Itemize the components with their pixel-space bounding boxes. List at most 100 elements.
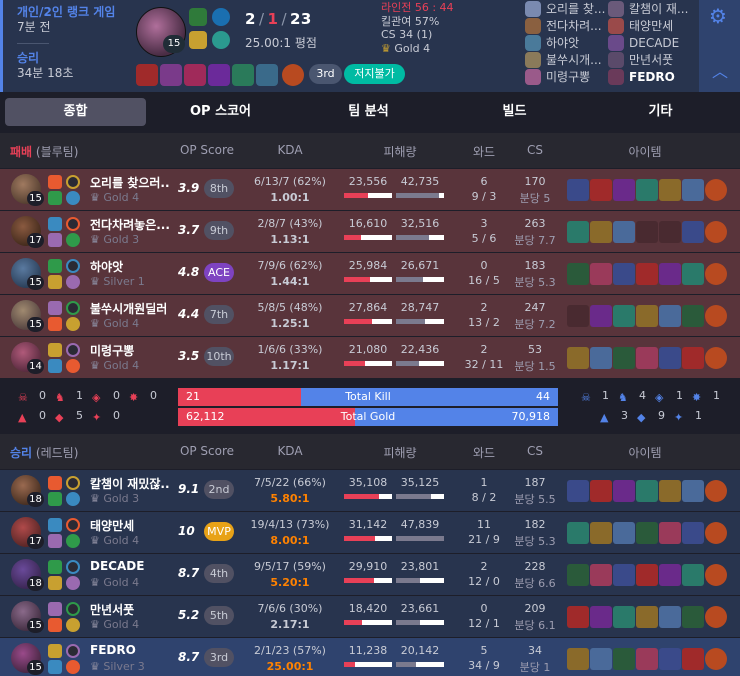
player-row[interactable]: 15 오리를 찾으러... ♛ Gold 4 3.9 8th 6/13/7 (62%) 1.… [0,168,740,210]
item-icon[interactable] [636,606,658,628]
player-row[interactable]: 15 FEDRO ♛ Silver 3 8.7 3rd 2/1/23 (57%) 25.00… [0,637,740,676]
summoner-name[interactable]: 태양만세 [90,517,170,534]
spell-icon[interactable] [48,492,62,506]
rune-icon[interactable] [66,343,80,357]
item-icon[interactable] [682,606,704,628]
spell-icon[interactable] [48,275,62,289]
player-name[interactable]: 만년서풋 [629,51,691,69]
rune-icon[interactable] [66,301,80,315]
item-icon[interactable] [613,564,635,586]
player-name[interactable]: DECADE [629,34,691,52]
trinket-icon[interactable] [705,221,727,243]
rune-icon[interactable] [212,8,230,26]
summoner-name[interactable]: 불쑤시개원딜러 [90,300,170,317]
item-icon[interactable] [682,347,704,369]
rune-icon[interactable] [66,576,80,590]
item-icon[interactable] [613,648,635,670]
item-icon[interactable] [659,221,681,243]
rune-icon[interactable] [66,217,80,231]
item-icon[interactable] [682,221,704,243]
rune-icon[interactable] [66,317,80,331]
rune-icon[interactable] [66,359,80,373]
match-header[interactable]: 개인/2인 랭크 게임 7분 전 승리 34분 18초 15 2/1/23 25… [0,0,740,92]
item-icon[interactable] [160,64,182,86]
item-icon[interactable] [567,305,589,327]
item-icon[interactable] [636,522,658,544]
trinket-icon[interactable] [705,347,727,369]
player-row[interactable]: 18 칼챔이 재밌잖... ♛ Gold 3 9.1 2nd 7/5/22 (66%) 5.… [0,469,740,511]
rune-icon[interactable] [66,175,80,189]
spell-icon[interactable] [48,618,62,632]
item-icon[interactable] [232,64,254,86]
rune-icon[interactable] [66,191,80,205]
tab-build[interactable]: 빌드 [444,98,585,126]
player-row[interactable]: 15 만년서풋 ♛ Gold 4 5.2 5th 7/6/6 (30%) 2.17:1 18,… [0,595,740,637]
spell-icon[interactable] [189,31,207,49]
rune-icon[interactable] [212,31,230,49]
item-icon[interactable] [636,179,658,201]
share-icon[interactable]: ⚙ [709,4,727,28]
player-row[interactable]: 15 불쑤시개원딜러 ♛ Gold 4 4.4 7th 5/8/5 (48%) 1.25:1… [0,294,740,336]
item-icon[interactable] [613,221,635,243]
trinket-icon[interactable] [705,522,727,544]
player-name[interactable]: 칼챔이 재... [629,0,691,18]
item-icon[interactable] [567,606,589,628]
spell-icon[interactable] [48,301,62,315]
spell-icon[interactable] [48,518,62,532]
player-name[interactable]: 불쑤시개... [546,51,608,69]
tab-team-analysis[interactable]: 팀 분석 [296,98,441,126]
item-icon[interactable] [590,347,612,369]
item-icon[interactable] [567,221,589,243]
item-icon[interactable] [659,648,681,670]
summoner-name[interactable]: 칼챔이 재밌잖... [90,475,170,492]
player-name[interactable]: 하야앗 [546,34,608,52]
spell-icon[interactable] [48,317,62,331]
player-row[interactable]: 14 미령구뽕 ♛ Gold 4 3.5 10th 1/6/6 (33%) 1.17:1 21… [0,336,740,378]
item-icon[interactable] [613,606,635,628]
item-icon[interactable] [636,564,658,586]
tab-etc[interactable]: 기타 [590,98,731,126]
item-icon[interactable] [208,64,230,86]
trinket-icon[interactable] [705,648,727,670]
rune-icon[interactable] [66,275,80,289]
rune-icon[interactable] [66,602,80,616]
chevron-up-icon[interactable]: ︿ [712,58,728,82]
spell-icon[interactable] [48,191,62,205]
summoner-name[interactable]: 만년서풋 [90,601,170,618]
item-icon[interactable] [567,522,589,544]
item-icon[interactable] [590,606,612,628]
spell-icon[interactable] [48,259,62,273]
item-icon[interactable] [636,221,658,243]
player-name[interactable]: 전다차려... [546,17,608,35]
rune-icon[interactable] [66,476,80,490]
item-icon[interactable] [590,305,612,327]
rune-icon[interactable] [66,560,80,574]
rune-icon[interactable] [66,259,80,273]
item-icon[interactable] [682,648,704,670]
item-icon[interactable] [590,480,612,502]
spell-icon[interactable] [48,217,62,231]
spell-icon[interactable] [48,534,62,548]
trinket-icon[interactable] [705,305,727,327]
item-icon[interactable] [590,221,612,243]
item-icon[interactable] [682,564,704,586]
item-icon[interactable] [567,179,589,201]
spell-icon[interactable] [48,343,62,357]
item-icon[interactable] [613,480,635,502]
item-icon[interactable] [636,263,658,285]
item-icon[interactable] [256,64,278,86]
summoner-name[interactable]: 오리를 찾으러... [90,174,170,191]
rune-icon[interactable] [66,492,80,506]
item-icon[interactable] [659,480,681,502]
spell-icon[interactable] [48,644,62,658]
item-icon[interactable] [636,480,658,502]
item-icon[interactable] [659,347,681,369]
player-row[interactable]: 17 태양만세 ♛ Gold 4 10 MVP 19/4/13 (73%) 8.00:1 31… [0,511,740,553]
item-icon[interactable] [184,64,206,86]
item-icon[interactable] [613,347,635,369]
item-icon[interactable] [682,522,704,544]
item-icon[interactable] [682,179,704,201]
item-icon[interactable] [659,564,681,586]
trinket-icon[interactable] [705,179,727,201]
spell-icon[interactable] [48,660,62,674]
